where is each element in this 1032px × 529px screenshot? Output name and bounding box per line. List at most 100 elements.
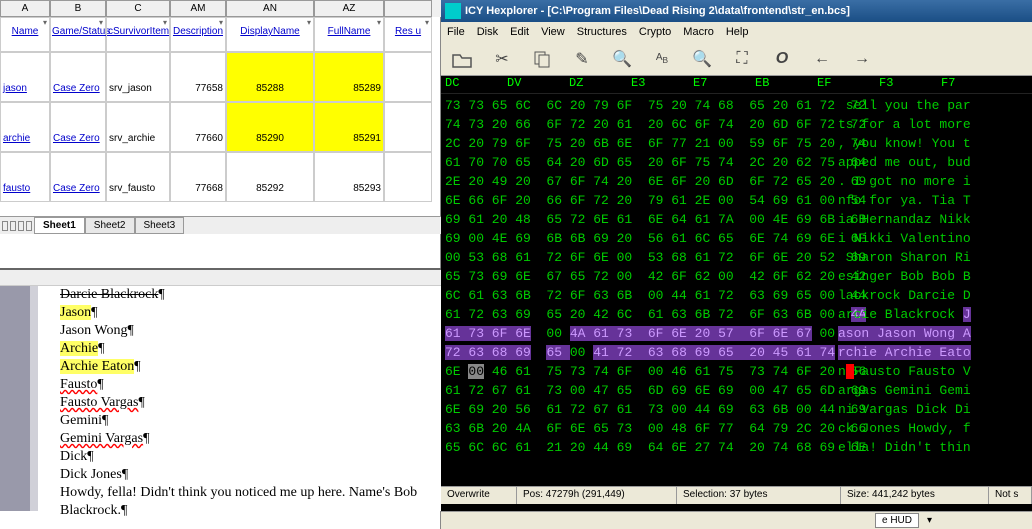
- cell-name[interactable]: fausto: [0, 152, 50, 202]
- spreadsheet: A B C AM AN AZ Name Game/Status cSurvivo…: [0, 0, 441, 270]
- tab-nav-buttons[interactable]: [0, 221, 34, 231]
- table-row: archie Case Zero srv_archie 77660 85290 …: [0, 102, 441, 152]
- left-pane: A B C AM AN AZ Name Game/Status cSurvivo…: [0, 0, 441, 529]
- cell-extra[interactable]: [384, 52, 432, 102]
- text-search-icon[interactable]: AB: [651, 48, 673, 70]
- col-header[interactable]: AZ: [314, 0, 384, 17]
- paragraph[interactable]: Archie Eaton: [60, 358, 431, 376]
- hdr-csurvivoritem[interactable]: cSurvivorItem: [106, 17, 170, 52]
- cell-fullname[interactable]: 85289: [314, 52, 384, 102]
- hex-body[interactable]: 73 73 65 6C 6C 20 79 6F 75 20 74 68 65 2…: [441, 94, 1032, 486]
- paragraph[interactable]: Gemini Vargas: [60, 430, 431, 448]
- app-icon: [445, 3, 461, 19]
- gutter: [30, 286, 38, 511]
- hdr-description[interactable]: Description: [170, 17, 226, 52]
- cell-dispname[interactable]: 85292: [226, 152, 314, 202]
- field-header-row: Name Game/Status cSurvivorItem Descripti…: [0, 17, 441, 52]
- cell-dispname[interactable]: 85290: [226, 102, 314, 152]
- hex-bytes[interactable]: 73 73 65 6C 6C 20 79 6F 75 20 74 68 65 2…: [441, 94, 834, 486]
- paragraph[interactable]: Gemini: [60, 412, 431, 430]
- table-row: fausto Case Zero srv_fausto 77668 85292 …: [0, 152, 441, 202]
- forward-icon[interactable]: →: [851, 48, 873, 70]
- hdr-res[interactable]: Res u: [384, 17, 432, 52]
- edit-icon[interactable]: ✎: [571, 48, 593, 70]
- paragraph[interactable]: Jason: [60, 304, 431, 322]
- hdr-displayname[interactable]: DisplayName: [226, 17, 314, 52]
- dropdown-arrow-icon[interactable]: ▾: [927, 515, 932, 526]
- col-header[interactable]: AN: [226, 0, 314, 17]
- cell-fullname[interactable]: 85293: [314, 152, 384, 202]
- cell-desc[interactable]: 77668: [170, 152, 226, 202]
- ruler[interactable]: [0, 270, 441, 286]
- copy-icon[interactable]: [531, 48, 553, 70]
- hex-ascii[interactable]: sell you the parts for a lot more, you k…: [834, 94, 1010, 486]
- col-header[interactable]: [384, 0, 432, 17]
- table-row: jason Case Zero srv_jason 77658 85288 85…: [0, 52, 441, 102]
- status-size: Size: 441,242 bytes: [841, 487, 989, 504]
- tab-sheet1[interactable]: Sheet1: [34, 217, 85, 234]
- hdr-game-status[interactable]: Game/Status: [50, 17, 106, 52]
- col-header[interactable]: AM: [170, 0, 226, 17]
- menu-crypto[interactable]: Crypto: [639, 26, 671, 38]
- open-icon[interactable]: [451, 48, 473, 70]
- cell-csurv[interactable]: srv_archie: [106, 102, 170, 152]
- status-sel: Selection: 37 bytes: [677, 487, 841, 504]
- menu-file[interactable]: File: [447, 26, 465, 38]
- cell-csurv[interactable]: srv_jason: [106, 52, 170, 102]
- menubar: File Disk Edit View Structures Crypto Ma…: [441, 22, 1032, 42]
- hdr-name[interactable]: Name: [0, 17, 50, 52]
- cell-extra[interactable]: [384, 102, 432, 152]
- paragraph[interactable]: Fausto Vargas: [60, 394, 431, 412]
- cell-desc[interactable]: 77660: [170, 102, 226, 152]
- title-text: ICY Hexplorer - [C:\Program Files\Dead R…: [465, 5, 850, 17]
- menu-edit[interactable]: Edit: [510, 26, 529, 38]
- cut-icon[interactable]: ✂: [491, 48, 513, 70]
- circle-icon[interactable]: O: [771, 48, 793, 70]
- cell-game[interactable]: Case Zero: [50, 152, 106, 202]
- paragraph[interactable]: Howdy, fella! Didn't think you noticed m…: [60, 484, 431, 520]
- doc-body[interactable]: Darcie BlackrockJasonJason WongArchieArc…: [50, 286, 441, 520]
- cell-csurv[interactable]: srv_fausto: [106, 152, 170, 202]
- hdr-fullname[interactable]: FullName: [314, 17, 384, 52]
- cell-dispname[interactable]: 85288: [226, 52, 314, 102]
- paragraph[interactable]: Archie: [60, 340, 431, 358]
- sheet-tabs: Sheet1 Sheet2 Sheet3: [0, 216, 441, 234]
- cell-desc[interactable]: 77658: [170, 52, 226, 102]
- menu-structures[interactable]: Structures: [577, 26, 627, 38]
- statusbar: Overwrite Pos: 47279h (291,449) Selectio…: [441, 486, 1032, 504]
- fullscreen-icon[interactable]: ⛶: [731, 48, 753, 70]
- cell-extra[interactable]: [384, 152, 432, 202]
- status-mode: Overwrite: [441, 487, 517, 504]
- status-extra: Not s: [989, 487, 1032, 504]
- paragraph[interactable]: Dick: [60, 448, 431, 466]
- cell-name[interactable]: jason: [0, 52, 50, 102]
- paragraph[interactable]: Jason Wong: [60, 322, 431, 340]
- col-headers: A B C AM AN AZ: [0, 0, 441, 17]
- col-header[interactable]: B: [50, 0, 106, 17]
- menu-help[interactable]: Help: [726, 26, 749, 38]
- word-doc: Darcie BlackrockJasonJason WongArchieArc…: [0, 270, 441, 511]
- cell-fullname[interactable]: 85291: [314, 102, 384, 152]
- titlebar[interactable]: ICY Hexplorer - [C:\Program Files\Dead R…: [441, 0, 1032, 22]
- menu-disk[interactable]: Disk: [477, 26, 498, 38]
- back-icon[interactable]: ←: [811, 48, 833, 70]
- search-icon[interactable]: 🔍: [611, 48, 633, 70]
- nav-side[interactable]: [0, 286, 30, 511]
- replace-icon[interactable]: 🔍: [691, 48, 713, 70]
- paragraph[interactable]: Dick Jones: [60, 466, 431, 484]
- bottom-bar: e HUD ▾: [441, 511, 1032, 529]
- hex-editor-window: ICY Hexplorer - [C:\Program Files\Dead R…: [441, 0, 1032, 529]
- tab-sheet3[interactable]: Sheet3: [135, 217, 185, 234]
- paragraph[interactable]: Darcie Blackrock: [60, 286, 431, 304]
- cell-game[interactable]: Case Zero: [50, 52, 106, 102]
- cell-name[interactable]: archie: [0, 102, 50, 152]
- tab-sheet2[interactable]: Sheet2: [85, 217, 135, 234]
- paragraph[interactable]: Fausto: [60, 376, 431, 394]
- menu-macro[interactable]: Macro: [683, 26, 714, 38]
- col-header[interactable]: A: [0, 0, 50, 17]
- dropdown[interactable]: e HUD: [875, 513, 919, 528]
- col-header[interactable]: C: [106, 0, 170, 17]
- cell-game[interactable]: Case Zero: [50, 102, 106, 152]
- menu-view[interactable]: View: [541, 26, 565, 38]
- status-pos: Pos: 47279h (291,449): [517, 487, 677, 504]
